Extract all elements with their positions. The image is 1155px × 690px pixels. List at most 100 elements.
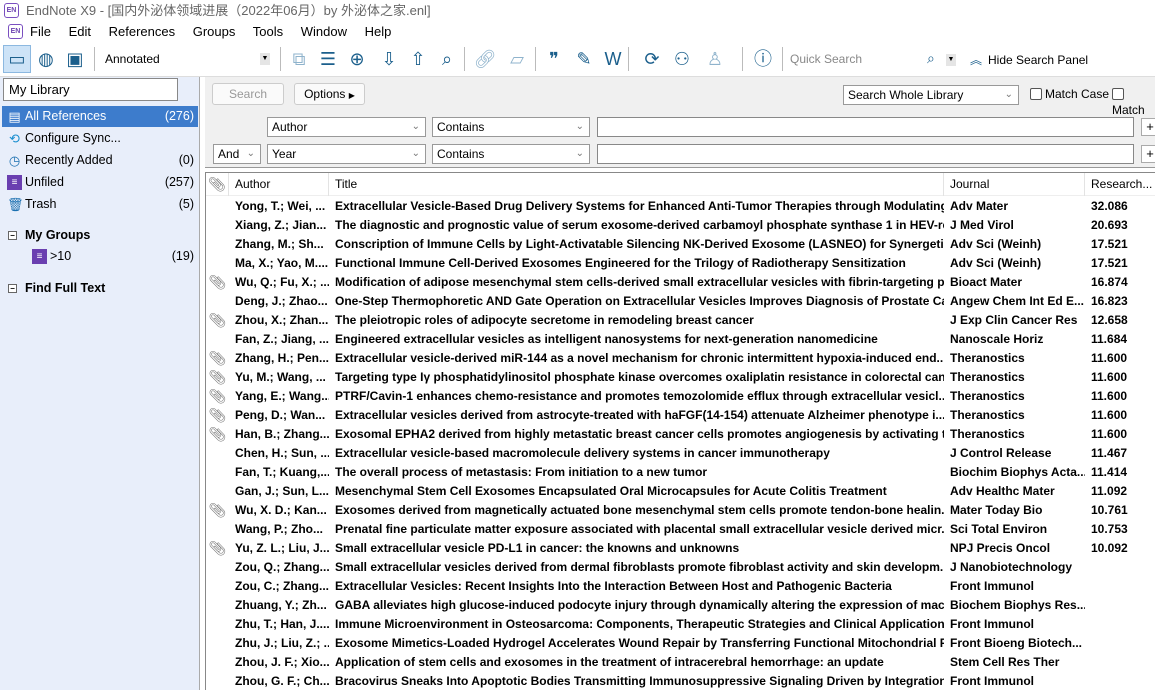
online-search-mode-icon[interactable]: ◍ xyxy=(33,46,59,72)
table-row[interactable]: Xiang, Z.; Jian... The diagnostic and pro… xyxy=(206,216,1155,235)
table-row[interactable]: 📎︎ Peng, D.; Wan... Extracellular vesicles… xyxy=(206,406,1155,425)
word-icon[interactable]: W xyxy=(600,46,626,72)
menu-groups[interactable]: Groups xyxy=(193,24,236,39)
add-search-row-button[interactable]: + xyxy=(1141,118,1155,136)
search-operator-select-2[interactable]: Contains ⌄ xyxy=(432,144,590,164)
export-icon[interactable]: ⇧ xyxy=(405,46,431,72)
author-cell: Zhou, G. F.; Ch... xyxy=(235,674,329,688)
new-reference-icon[interactable]: ☰ xyxy=(315,46,341,72)
table-row[interactable]: Fan, T.; Kuang,... The overall process of… xyxy=(206,463,1155,482)
collapse-icon[interactable]: − xyxy=(8,231,17,241)
search-value-input-1[interactable] xyxy=(597,117,1134,137)
sidebar-item-all-references[interactable]: ▤ All References (276) xyxy=(2,106,198,127)
menu-window[interactable]: Window xyxy=(301,24,347,39)
search-options-dropdown-icon[interactable]: ▼ xyxy=(946,54,956,66)
hide-search-panel-button[interactable]: ︽ Hide Search Panel xyxy=(970,51,1088,68)
column-title[interactable]: Title xyxy=(329,173,944,196)
library-select[interactable]: My Library xyxy=(3,78,178,101)
title-cell: Engineered extracellular vesicles as int… xyxy=(335,332,878,346)
table-row[interactable]: 📎︎ Yu, M.; Wang, ... Targeting type Iγ pho… xyxy=(206,368,1155,387)
find-full-text-icon[interactable]: ⌕ xyxy=(434,46,460,72)
match-words-label: Match xyxy=(1112,103,1145,117)
find-full-text-header[interactable]: − Find Full Text xyxy=(8,281,105,295)
field-value: Year xyxy=(272,147,297,161)
column-research[interactable]: Research... xyxy=(1085,173,1155,196)
table-row[interactable]: Deng, J.; Zhao... One-Step Thermophoretic… xyxy=(206,292,1155,311)
search-operator-select-1[interactable]: Contains ⌄ xyxy=(432,117,590,137)
journal-cell: Sci Total Environ xyxy=(950,522,1048,536)
options-button[interactable]: Options ▶ xyxy=(294,83,365,105)
search-scope-select[interactable]: Search Whole Library ⌄ xyxy=(843,85,1019,105)
table-row[interactable]: Ma, X.; Yao, M.... Functional Immune Cell… xyxy=(206,254,1155,273)
table-row[interactable]: Fan, Z.; Jiang, ... Engineered extracellu… xyxy=(206,330,1155,349)
search-icon[interactable]: ⌕ xyxy=(927,50,935,67)
table-row[interactable]: 📎︎ Zhang, H.; Pen... Extracellular vesicle… xyxy=(206,349,1155,368)
table-row[interactable]: 📎︎ Han, B.; Zhang... Exosomal EPHA2 derive… xyxy=(206,425,1155,444)
sidebar-item-unfiled[interactable]: ≡ Unfiled (257) xyxy=(2,172,198,193)
search-field-select-1[interactable]: Author ⌄ xyxy=(267,117,426,137)
table-row[interactable]: 📎︎ Wu, Q.; Fu, X.; ... Modification of adi… xyxy=(206,273,1155,292)
table-row[interactable]: Zhu, T.; Han, J.... Immune Microenvironme… xyxy=(206,615,1155,634)
collapse-icon[interactable]: − xyxy=(8,284,17,294)
table-row[interactable]: Zou, C.; Zhang... Extracellular Vesicles:… xyxy=(206,577,1155,596)
menu-file[interactable]: File xyxy=(30,24,51,39)
sidebar-item-recently-added[interactable]: ◷ Recently Added (0) xyxy=(2,150,198,171)
item-label: Configure Sync... xyxy=(25,131,121,145)
menu-tools[interactable]: Tools xyxy=(253,24,283,39)
column-author[interactable]: Author xyxy=(229,173,329,196)
local-library-mode-icon[interactable]: ▭ xyxy=(3,45,31,73)
table-row[interactable]: Zhou, G. F.; Ch... Bracovirus Sneaks Into… xyxy=(206,672,1155,690)
open-file-icon[interactable]: ▱ xyxy=(504,46,530,72)
chevron-down-icon: ⌄ xyxy=(411,121,420,132)
search-field-select-2[interactable]: Year ⌄ xyxy=(267,144,426,164)
attachment-icon: 📎︎ xyxy=(208,274,227,290)
share-library-icon[interactable]: ⚇ xyxy=(669,46,695,72)
copy-to-library-icon[interactable]: ⧉ xyxy=(286,46,312,72)
table-row[interactable]: Gan, J.; Sun, L.... Mesenchymal Stem Cell… xyxy=(206,482,1155,501)
match-words-checkbox[interactable]: Match xyxy=(1112,86,1155,118)
table-row[interactable]: Zhou, J. F.; Xio... Application of stem c… xyxy=(206,653,1155,672)
table-row[interactable]: Zhuang, Y.; Zh... GABA alleviates high gl… xyxy=(206,596,1155,615)
table-row[interactable]: 📎︎ Zhou, X.; Zhan... The pleiotropic roles… xyxy=(206,311,1155,330)
output-style-select[interactable]: Annotated ▼ xyxy=(100,49,272,69)
table-row[interactable]: 📎︎ Yu, Z. L.; Liu, J.... Small extracellul… xyxy=(206,539,1155,558)
endnote-menu-icon[interactable]: EN xyxy=(8,24,23,39)
table-row[interactable]: Zhu, J.; Liu, Z.; ... Exosome Mimetics-Lo… xyxy=(206,634,1155,653)
import-icon[interactable]: ⇩ xyxy=(376,46,402,72)
all-references-icon: ▤ xyxy=(8,109,21,124)
sidebar-group-item[interactable]: ≡ >10 (19) xyxy=(2,246,198,267)
menu-help[interactable]: Help xyxy=(365,24,392,39)
format-bibliography-icon[interactable]: ✎ xyxy=(571,46,597,72)
my-groups-header[interactable]: − My Groups xyxy=(8,228,90,242)
add-search-row-button[interactable]: + xyxy=(1141,145,1155,163)
search-value-input-2[interactable] xyxy=(597,144,1134,164)
title-cell: Conscription of Immune Cells by Light-Ac… xyxy=(335,237,944,251)
activity-feed-icon[interactable]: ♙ xyxy=(702,46,728,72)
table-row[interactable]: 📎︎ Yang, E.; Wang... PTRF/Cavin-1 enhances… xyxy=(206,387,1155,406)
online-search-icon[interactable]: ⊕ xyxy=(344,46,370,72)
table-row[interactable]: Zhang, M.; Sh... Conscription of Immune C… xyxy=(206,235,1155,254)
menu-edit[interactable]: Edit xyxy=(69,24,91,39)
quick-search-input[interactable]: Quick Search xyxy=(790,52,862,66)
journal-cell: Biochem Biophys Res... xyxy=(950,598,1085,612)
table-row[interactable]: Wang, P.; Zho... Prenatal fine particulat… xyxy=(206,520,1155,539)
table-row[interactable]: 📎︎ Wu, X. D.; Kan... Exosomes derived from… xyxy=(206,501,1155,520)
match-case-checkbox[interactable]: Match Case xyxy=(1030,86,1109,102)
research-cell: 10.092 xyxy=(1091,541,1128,555)
output-style-value: Annotated xyxy=(105,52,160,66)
sidebar-item-configure-sync[interactable]: ⟲ Configure Sync... xyxy=(2,128,198,149)
column-journal[interactable]: Journal xyxy=(944,173,1085,196)
table-row[interactable]: Zou, Q.; Zhang... Small extracellular ves… xyxy=(206,558,1155,577)
search-button[interactable]: Search xyxy=(212,83,284,105)
sync-icon[interactable]: ⟳ xyxy=(639,46,665,72)
table-row[interactable]: Yong, T.; Wei, ... Extracellular Vesicle-… xyxy=(206,197,1155,216)
sidebar-item-trash[interactable]: 🗑︎ Trash (5) xyxy=(2,194,198,215)
menu-references[interactable]: References xyxy=(109,24,175,39)
open-link-icon[interactable]: 🔗︎ xyxy=(472,46,498,72)
table-row[interactable]: Chen, H.; Sun, ... Extracellular vesicle-… xyxy=(206,444,1155,463)
boolean-select-2[interactable]: And ⌄ xyxy=(213,144,261,164)
integrated-library-mode-icon[interactable]: ▣ xyxy=(62,46,88,72)
attachment-column-icon[interactable]: 📎︎ xyxy=(206,173,229,196)
help-icon[interactable]: ⓘ xyxy=(750,46,776,72)
insert-citation-icon[interactable]: ❞ xyxy=(541,46,567,72)
